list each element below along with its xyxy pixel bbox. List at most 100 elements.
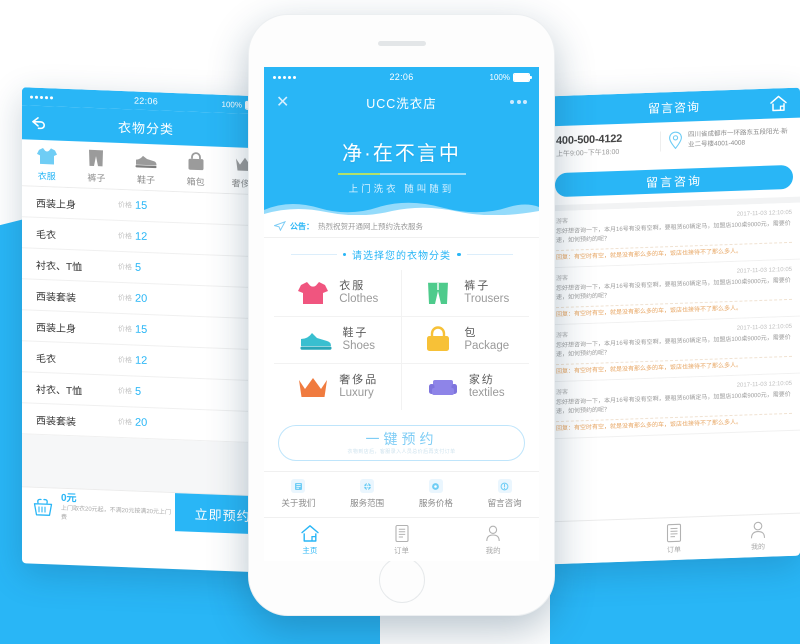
tab-profile[interactable]: 我的 <box>716 519 800 554</box>
location-pin-icon <box>668 131 683 151</box>
quick-link-about[interactable]: 关于我们 <box>264 479 333 509</box>
message-reply: 回复：有空时有空，就是没有那么多的车，饭店也接待不了那么多人。 <box>556 412 792 435</box>
list-item[interactable]: 游客 2017-11-03 12:10:05 您好想咨询一下，本月16号有没有空… <box>548 202 800 269</box>
shop-address: 四川省成都市一环路东五段阳光·新业二号楼4001-4008 <box>688 128 788 149</box>
category-labels: 包 Package <box>464 327 509 353</box>
category-textiles[interactable]: 家纺 textiles <box>402 364 530 410</box>
tab-label: 订单 <box>667 546 681 555</box>
battery-percent: 100% <box>221 99 242 110</box>
item-name: 衬衣、T恤 <box>36 260 83 274</box>
phone-home-button[interactable] <box>378 557 425 603</box>
hero-rule <box>337 173 466 175</box>
quick-link-label: 留言咨询 <box>487 498 522 508</box>
category-shoes[interactable]: 鞋子 Shoes <box>274 317 402 364</box>
hero-subtitle: 上门洗衣 随叫随到 <box>348 184 455 195</box>
title-rule-right <box>466 254 513 255</box>
hero-banner: 净·在不言中 上门洗衣 随叫随到 <box>264 117 539 215</box>
center-tabbar: 主页 订单 我的 <box>264 518 539 561</box>
shop-phone[interactable]: 400-500-4122 <box>556 132 652 147</box>
leave-message-button[interactable]: 留言咨询 <box>555 164 793 198</box>
tab-profile[interactable]: 我的 <box>447 524 539 556</box>
quick-link-label: 关于我们 <box>281 498 316 508</box>
screenshot-stage: 22:06 100% 衣物分类 衣服 裤子 鞋子 箱包 奢侈品 西装上身 价格 … <box>0 0 800 644</box>
title-dot-left <box>342 252 346 257</box>
battery-percent: 100% <box>489 72 510 82</box>
list-item[interactable]: 游客 2017-11-03 12:10:05 您好想咨询一下，本月16号有没有空… <box>548 316 800 383</box>
quick-link-scope[interactable]: 服务范围 <box>333 479 402 509</box>
category-clothes[interactable]: 衣服 Clothes <box>274 270 402 317</box>
category-trousers[interactable]: 裤子 Trousers <box>401 270 529 317</box>
message-time: 2017-11-03 12:10:05 <box>736 209 792 218</box>
category-luxury[interactable]: 奢侈品 Luxury <box>274 364 402 410</box>
sidebar-item-shoes[interactable]: 鞋子 <box>121 149 171 187</box>
home-icon <box>301 525 319 542</box>
user-icon <box>750 521 766 539</box>
announcement-text: 热烈祝贺开通网上预约洗衣服务 <box>318 221 423 231</box>
wave-decoration-icon <box>264 202 539 215</box>
booking-section: 一键预约 衣物到店后，客服录入人员总价后再支付订单 <box>264 416 539 472</box>
globe-icon <box>360 479 375 493</box>
item-price: 20 <box>135 416 148 430</box>
price-label: 价格 <box>118 201 132 210</box>
item-name: 西装上身 <box>36 198 76 211</box>
user-icon <box>486 525 500 542</box>
tab-label: 衣服 <box>37 170 56 182</box>
battery-icon <box>513 72 532 82</box>
bag-icon <box>427 326 450 351</box>
right-phone-screen: 留言咨询 400-500-4122 上午9:00~下午18:00 四川省成都市一… <box>548 87 800 565</box>
list-item[interactable]: 游客 2017-11-03 12:10:05 您好想咨询一下，本月16号有没有空… <box>548 259 800 326</box>
section-title: 请选择您的衣物分类 <box>274 247 529 262</box>
more-dots-icon[interactable] <box>510 100 527 104</box>
tshirt-icon <box>298 282 329 304</box>
tab-home-placeholder <box>548 540 632 543</box>
list-item[interactable]: 游客 2017-11-03 12:10:05 您好想咨询一下，本月16号有没有空… <box>548 373 800 440</box>
sidebar-item-bags[interactable]: 箱包 <box>171 151 221 189</box>
category-cn: 裤子 <box>464 280 491 292</box>
trousers-icon <box>428 281 449 304</box>
sidebar-item-clothes[interactable]: 衣服 <box>22 145 72 183</box>
back-arrow-icon[interactable] <box>31 116 47 131</box>
message-author: 游客 <box>556 332 569 340</box>
booking-label: 一键预约 <box>365 431 438 447</box>
message-author: 游客 <box>556 389 569 397</box>
tab-home[interactable]: 主页 <box>264 524 356 556</box>
price-label: 价格 <box>118 294 132 303</box>
shopping-basket-icon[interactable] <box>32 497 54 518</box>
announcement-bar[interactable]: 公告： 热烈祝贺开通网上预约洗衣服务 <box>264 215 539 238</box>
page-title: 衣物分类 <box>117 119 174 137</box>
category-labels: 衣服 Clothes <box>339 280 378 306</box>
close-icon[interactable]: ✕ <box>276 92 290 112</box>
category-cn: 家纺 <box>468 374 495 386</box>
page-title: 留言咨询 <box>647 99 700 116</box>
category-package[interactable]: 包 Package <box>401 317 529 364</box>
category-en: Shoes <box>342 340 376 352</box>
tab-label: 订单 <box>394 546 409 555</box>
category-cn: 衣服 <box>339 280 366 292</box>
category-cn: 鞋子 <box>342 327 369 339</box>
item-name: 西装套装 <box>36 291 76 304</box>
item-price: 12 <box>135 230 148 244</box>
one-click-booking-button[interactable]: 一键预约 衣物到店后，客服录入人员总价后再支付订单 <box>278 425 525 461</box>
quick-link-price[interactable]: 服务价格 <box>402 479 471 509</box>
tab-orders[interactable]: 订单 <box>632 522 716 557</box>
message-author: 游客 <box>556 218 569 226</box>
booking-note: 衣物到店后，客服录入人员总价后再支付订单 <box>347 449 456 455</box>
category-labels: 奢侈品 Luxury <box>339 374 378 400</box>
home-icon[interactable] <box>769 95 788 113</box>
price-label: 价格 <box>118 325 132 334</box>
tab-label: 裤子 <box>87 172 106 184</box>
center-status-bar: 22:06 100% <box>264 67 539 87</box>
tab-label: 我的 <box>485 546 501 555</box>
center-navbar: ✕ UCC洗衣店 <box>264 87 539 117</box>
price-label: 价格 <box>118 387 132 396</box>
quick-link-message[interactable]: 留言咨询 <box>470 479 539 509</box>
message-reply: 回复：有空时有空，就是没有那么多的车，饭店也接待不了那么多人。 <box>556 241 792 264</box>
item-price: 5 <box>135 261 142 274</box>
sidebar-item-trousers[interactable]: 裤子 <box>72 147 122 185</box>
message-time: 2017-11-03 12:10:05 <box>736 266 792 275</box>
order-list-icon <box>394 524 409 543</box>
trousers-icon <box>89 149 104 167</box>
category-grid: 衣服 Clothes 裤子 Trousers 鞋子 Shoes 包 Packag… <box>274 270 529 410</box>
price-label: 价格 <box>118 356 132 365</box>
tab-orders[interactable]: 订单 <box>356 524 448 556</box>
